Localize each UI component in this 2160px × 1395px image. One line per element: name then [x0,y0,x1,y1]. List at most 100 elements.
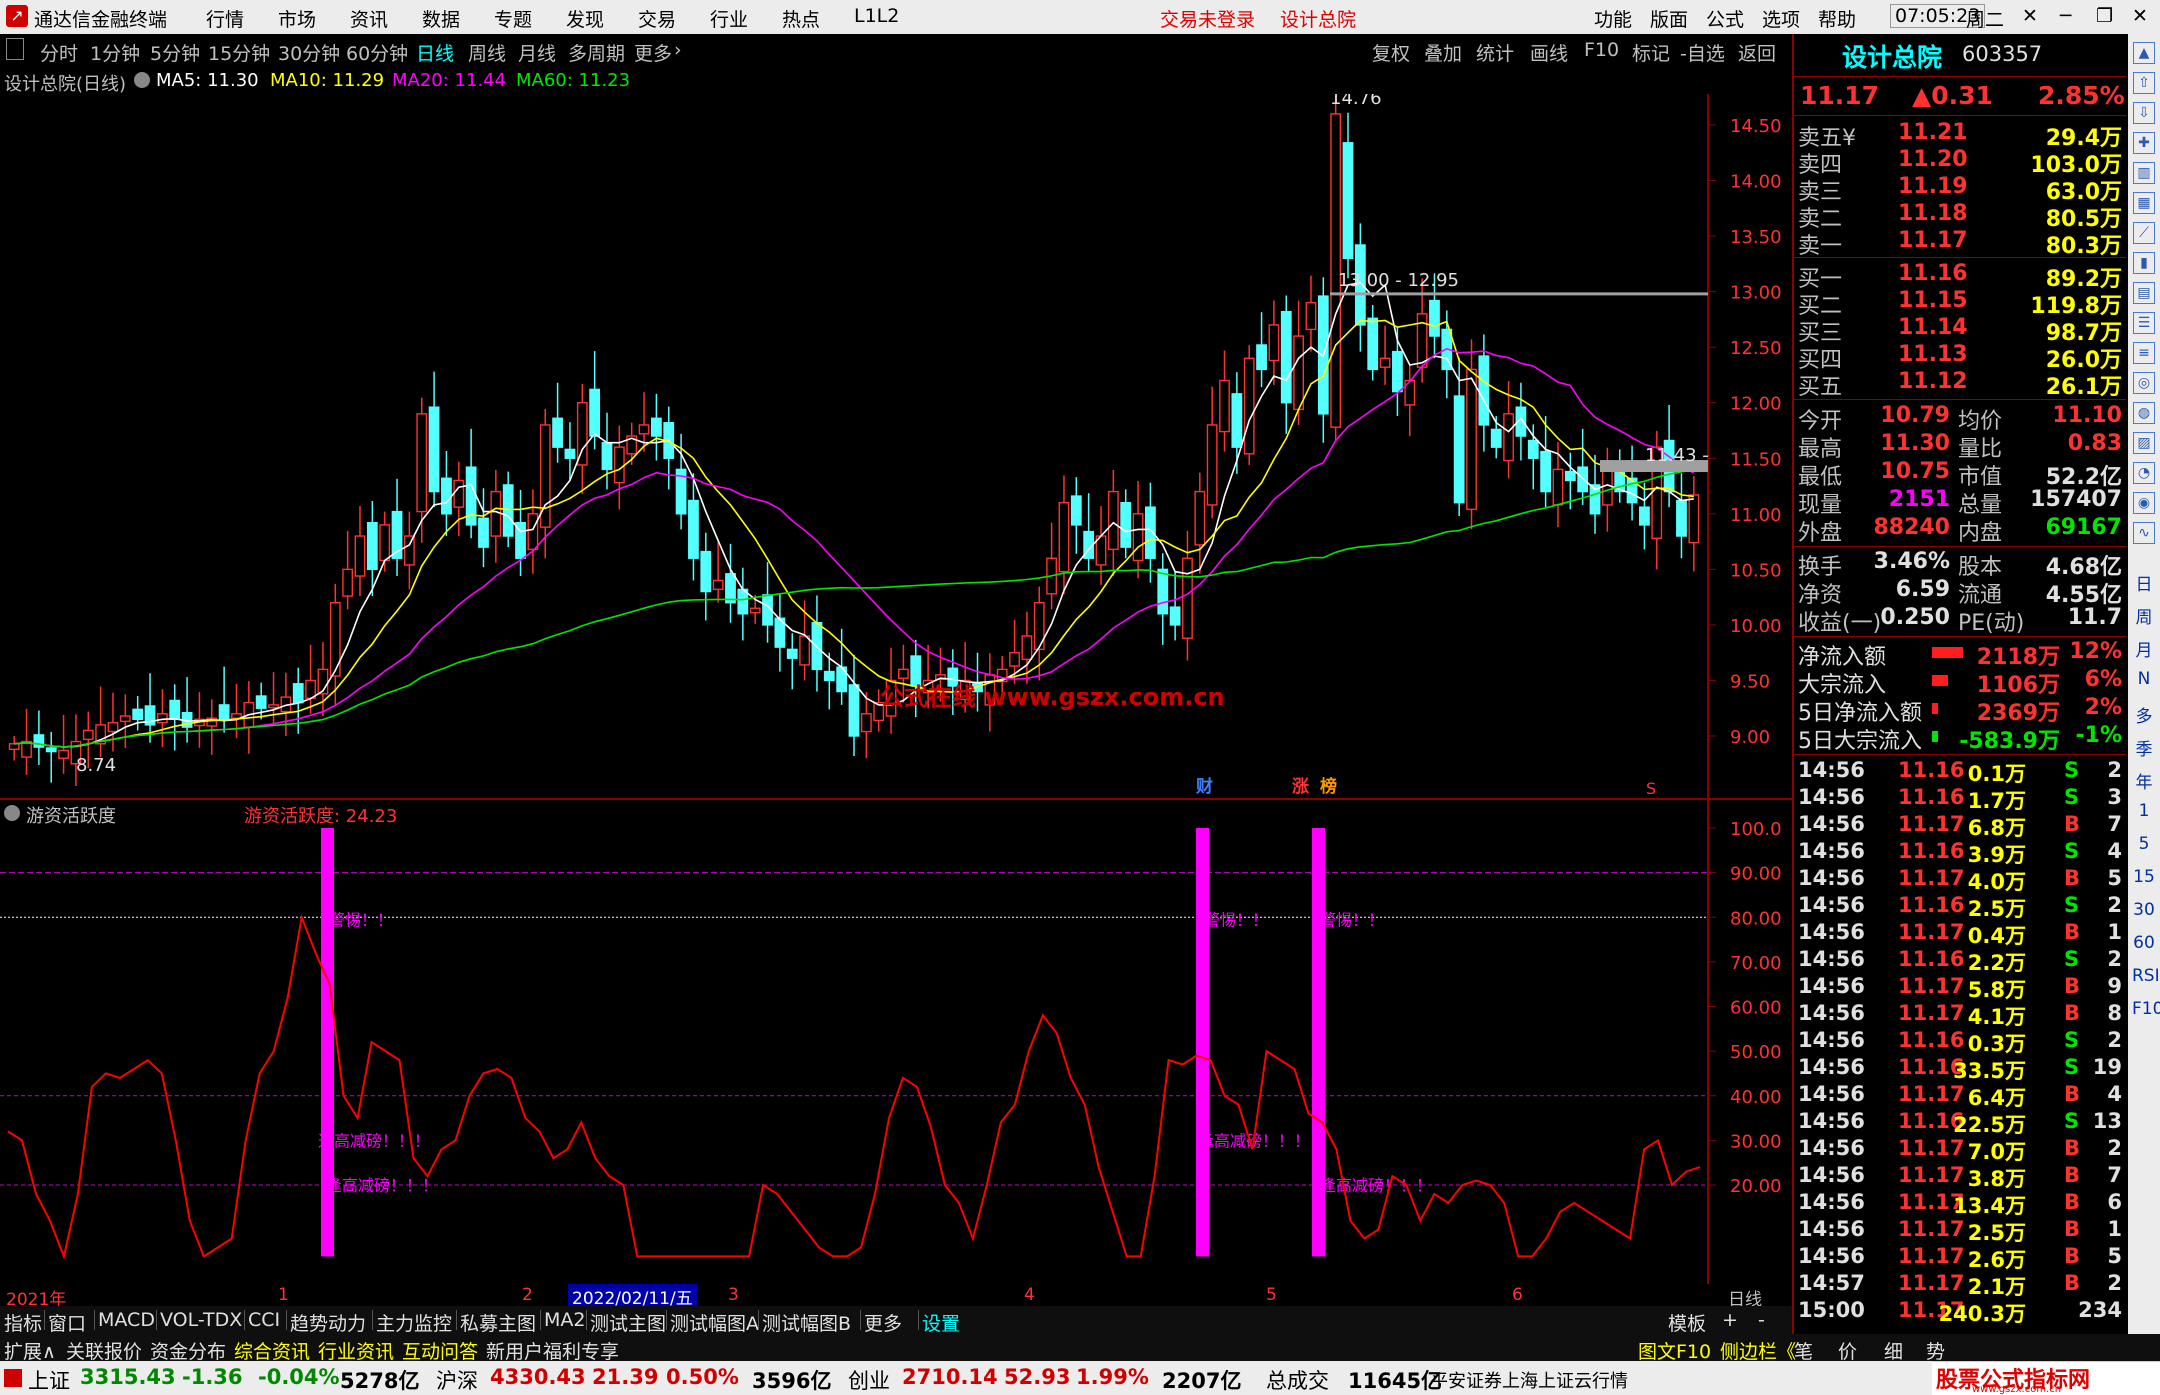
pin-icon[interactable]: ✚ [2133,132,2155,154]
target-icon[interactable]: ◉ [2133,492,2155,514]
close-small-icon[interactable]: ✕ [2022,5,2038,27]
restore-icon[interactable]: ❐ [2096,5,2113,27]
settings-dot-icon[interactable] [4,805,20,821]
tool-draw[interactable]: 画线 [1530,39,1568,66]
tab-5min[interactable]: 5分钟 [150,39,200,66]
tab-1min[interactable]: 1分钟 [90,39,140,66]
tool-overlay[interactable]: 叠加 [1424,39,1462,66]
side-tab-3[interactable]: 价 [1838,1337,1857,1364]
menu-l1l2[interactable]: L1L2 [854,5,899,27]
indicator-tab-1[interactable]: 窗口 [48,1309,86,1336]
hs-name[interactable]: 沪深 [436,1365,478,1395]
trade-login-status[interactable]: 交易未登录 [1160,5,1255,32]
menu-market[interactable]: 市场 [278,5,316,32]
cy-name[interactable]: 创业 [848,1365,890,1395]
side-tool-6[interactable]: 年 [2132,768,2156,793]
event-badge[interactable]: 财 [1195,776,1213,797]
chevron-right-icon[interactable]: › [674,39,682,61]
bar-chart-icon[interactable]: ▥ [2133,162,2155,184]
event-badge[interactable]: 涨 [1292,777,1309,797]
candlestick-chart[interactable]: 14.50 14.00 13.50 13.00 12.50 12.00 11.50 11.00… [0,94,1792,798]
menu-trade[interactable]: 交易 [638,5,676,32]
side-tool-3[interactable]: N [2132,669,2156,689]
tab-15min[interactable]: 15分钟 [208,39,270,66]
ext-tab-5[interactable]: 互动问答 [402,1337,478,1364]
indicator-tab-5[interactable]: 趋势动力 [290,1309,366,1336]
tab-daily[interactable]: 日线 [416,39,454,66]
zoom-out-button[interactable]: - [1758,1309,1765,1331]
menu-options[interactable]: 选项 [1762,5,1800,32]
indicator-tab-11[interactable]: 测试幅图B [762,1309,851,1336]
table-icon[interactable]: ▦ [2133,192,2155,214]
side-tool-4[interactable]: 多 [2132,702,2156,727]
side-tool-2[interactable]: 月 [2132,636,2156,661]
settings-dot-icon[interactable] [134,72,150,88]
tab-weekly[interactable]: 周线 [468,39,506,66]
indicator-tab-12[interactable]: 更多 [864,1309,902,1336]
menu-layout[interactable]: 版面 [1650,5,1688,32]
indicator-tab-13[interactable]: 设置 [922,1309,960,1336]
indicator-chart[interactable]: 100.0 90.00 80.00 70.00 60.00 50.00 40.00 30.00… [0,800,1792,1284]
indicator-tab-3[interactable]: VOL-TDX [160,1309,242,1331]
ext-tab-6[interactable]: 新用户福利专享 [486,1337,619,1364]
indicator-tab-9[interactable]: 测试主图 [590,1309,666,1336]
template-button[interactable]: 模板 [1668,1309,1706,1336]
indicator-tab-0[interactable]: 指标 [4,1309,42,1336]
tool-back[interactable]: 返回 [1738,39,1776,66]
side-tool-13[interactable]: F10 [2132,999,2160,1019]
menu-function[interactable]: 功能 [1594,5,1632,32]
tab-monthly[interactable]: 月线 [518,39,556,66]
tool-mark[interactable]: 标记 [1632,39,1670,66]
ext-tab-0[interactable]: 扩展∧ [4,1337,56,1364]
minimize-icon[interactable]: ─ [2060,5,2071,27]
grid-icon[interactable]: ▤ [2133,282,2155,304]
ext-tab-1[interactable]: 关联报价 [66,1337,142,1364]
tool-adjust[interactable]: 复权 [1372,39,1410,66]
menu-formula[interactable]: 公式 [1706,5,1744,32]
side-tool-12[interactable]: RSI [2132,966,2160,986]
tab-more[interactable]: 更多 [634,39,672,66]
indicator-tab-10[interactable]: 测试幅图A [670,1309,759,1336]
side-tool-5[interactable]: 季 [2132,735,2156,760]
menu-hot[interactable]: 热点 [782,5,820,32]
side-tab-5[interactable]: 势 [1926,1337,1945,1364]
indicator-tab-6[interactable]: 主力监控 [376,1309,452,1336]
list-icon[interactable]: ≡ [2133,342,2155,364]
side-tool-11[interactable]: 60 [2132,933,2156,953]
bubble-icon[interactable]: ◎ [2133,372,2155,394]
menu-help[interactable]: 帮助 [1818,5,1856,32]
side-tab-0[interactable]: 图文F10 [1638,1337,1711,1364]
side-tool-1[interactable]: 周 [2132,603,2156,628]
chevron-up-icon[interactable]: ▲ [2133,42,2155,64]
line-chart-icon[interactable]: ⟋ [2133,222,2155,244]
tool-watchlist[interactable]: -自选 [1680,39,1725,66]
ext-tab-3[interactable]: 综合资讯 [234,1337,310,1364]
tab-multi[interactable]: 多周期 [568,39,625,66]
side-tool-10[interactable]: 30 [2132,900,2156,920]
candle-icon[interactable]: ▮ [2133,252,2155,274]
indicator-tab-2[interactable]: MACD [98,1309,155,1331]
arrow-up-icon[interactable]: ⇧ [2133,72,2155,94]
tab-30min[interactable]: 30分钟 [278,39,340,66]
ext-tab-4[interactable]: 行业资讯 [318,1337,394,1364]
ext-tab-2[interactable]: 资金分布 [150,1337,226,1364]
side-tool-7[interactable]: 1 [2132,801,2156,821]
tab-60min[interactable]: 60分钟 [346,39,408,66]
zoom-in-button[interactable]: + [1722,1309,1738,1331]
menu-quotes[interactable]: 行情 [206,5,244,32]
chart-icon[interactable]: ▨ [2133,432,2155,454]
event-badge[interactable]: 榜 [1320,776,1337,797]
tool-f10[interactable]: F10 [1584,39,1619,61]
tool-stats[interactable]: 统计 [1476,39,1514,66]
indicator-tab-8[interactable]: MA2 [544,1309,585,1331]
document-icon[interactable]: ☰ [2133,312,2155,334]
side-tool-8[interactable]: 5 [2132,834,2156,854]
sh-name[interactable]: 上证 [28,1365,70,1395]
menu-industry[interactable]: 行业 [710,5,748,32]
side-tool-0[interactable]: 日 [2132,570,2156,595]
menu-topics[interactable]: 专题 [494,5,532,32]
tab-intraday[interactable]: 分时 [40,39,78,66]
map-icon[interactable]: ◍ [2133,402,2155,424]
menu-discover[interactable]: 发现 [566,5,604,32]
close-icon[interactable]: ✕ [2132,5,2148,27]
